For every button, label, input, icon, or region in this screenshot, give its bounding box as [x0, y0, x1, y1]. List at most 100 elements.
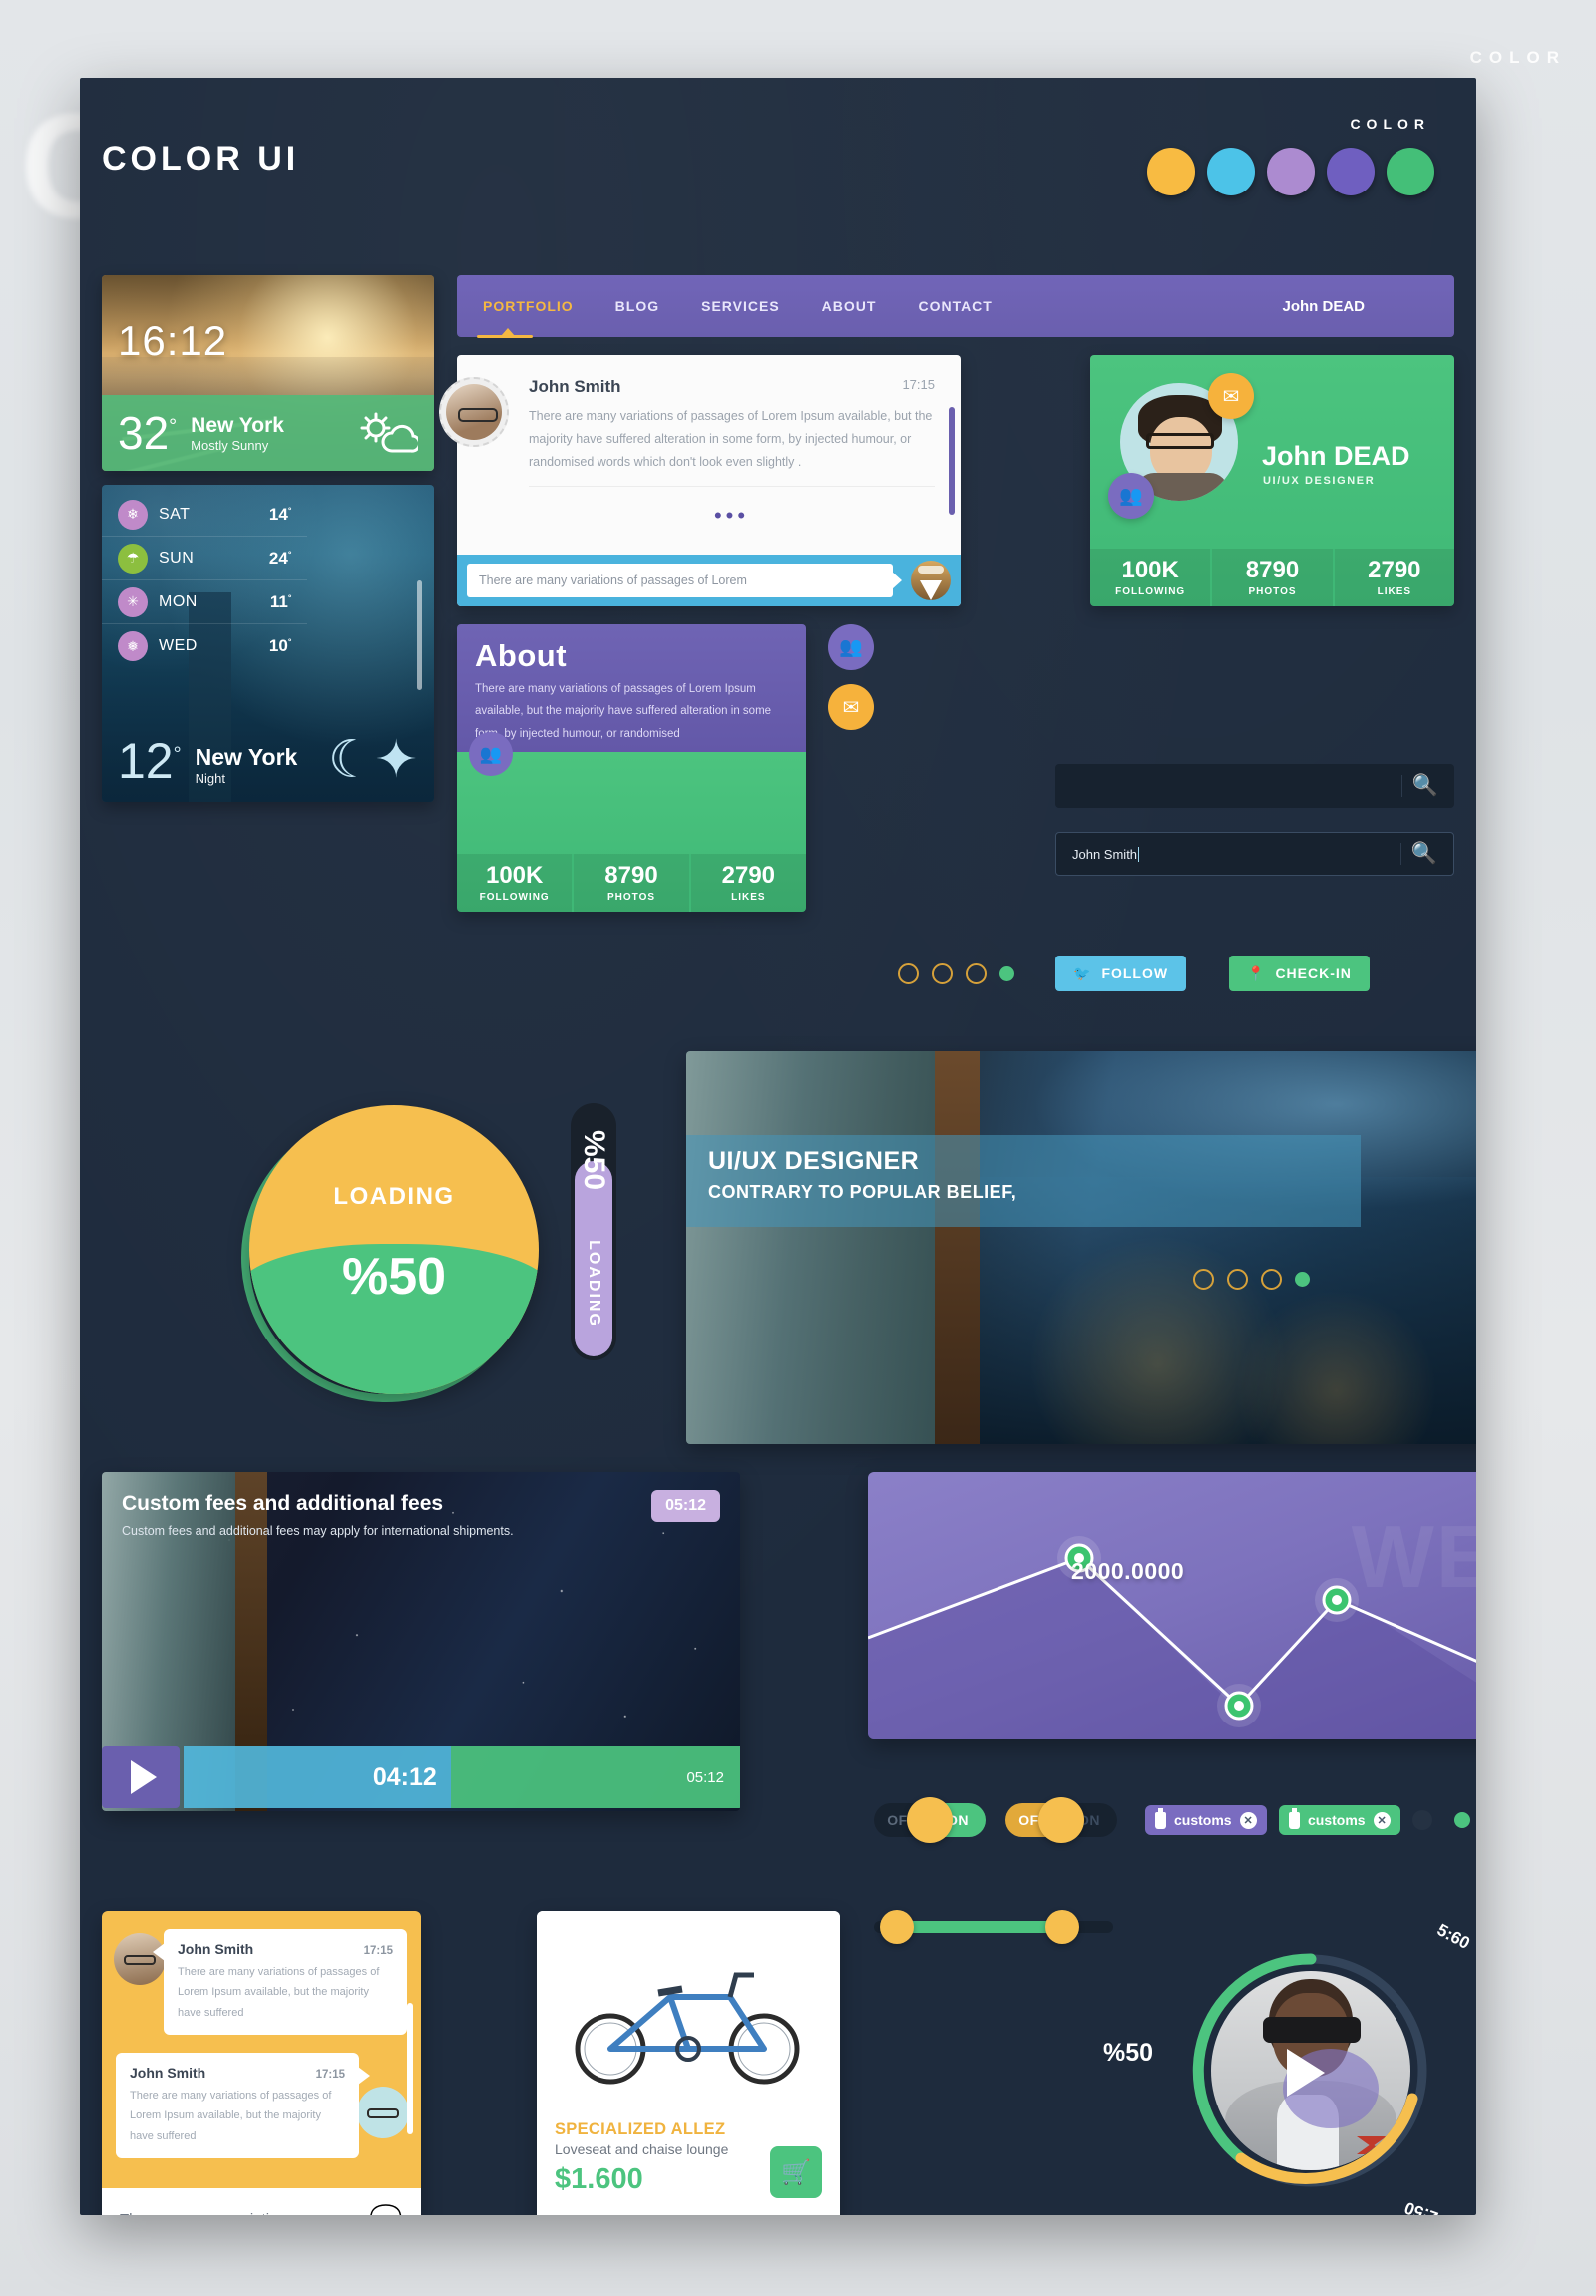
stat-photos: 8790 PHOTOS — [1212, 549, 1335, 606]
swatch-amber[interactable] — [1147, 148, 1195, 195]
loading-label: LOADING — [333, 1183, 455, 1210]
video-card: Custom fees and additional fees Custom f… — [102, 1472, 740, 1811]
range-handle-left[interactable] — [880, 1910, 914, 1944]
bubble-header: John Smith 17:15 — [178, 1941, 393, 1957]
chart-value-label: 2000.0000 — [1071, 1558, 1185, 1584]
product-card: SPECIALIZED ALLEZ Loveseat and chaise lo… — [537, 1911, 840, 2215]
checkin-button-label: CHECK-IN — [1275, 965, 1352, 981]
follow-button-label: FOLLOW — [1101, 965, 1169, 981]
search-input-filled[interactable]: John Smith — [1072, 846, 1400, 862]
weather-scrollbar[interactable] — [417, 580, 422, 690]
users-icon[interactable]: 👥 — [1108, 473, 1154, 519]
forecast-row[interactable]: ❄ SAT 14° — [102, 493, 308, 537]
top-navigation: PORTFOLIO BLOG SERVICES ABOUT CONTACT Jo… — [457, 275, 1454, 338]
pagination-dot-active[interactable] — [999, 966, 1014, 981]
pagination-dot[interactable] — [1193, 1269, 1214, 1290]
search-icon[interactable]: 🔍 — [1401, 842, 1447, 866]
mail-icon[interactable]: ✉ — [1208, 373, 1254, 419]
weather-day-bar: 32° New York Mostly Sunny — [102, 395, 434, 471]
mail-icon-floating[interactable]: ✉ — [828, 684, 874, 730]
weather-night-temp: 12° — [118, 736, 182, 786]
video-duration-chip: 05:12 — [651, 1490, 720, 1522]
chat-body: John Smith 17:15 There are many variatio… — [457, 355, 961, 529]
search-icon[interactable]: 🔍 — [1402, 774, 1448, 798]
vertical-progress-percent: %50 — [578, 1129, 610, 1191]
forecast-row[interactable]: ❅ WED 10° — [102, 624, 307, 668]
chat-input-yellow[interactable]: There are many variations — [120, 2211, 293, 2216]
forecast-row[interactable]: ✳ MON 11° — [102, 580, 308, 624]
range-slider[interactable] — [874, 1910, 1113, 1944]
swatch-lilac[interactable] — [1267, 148, 1315, 195]
swatch-violet[interactable] — [1327, 148, 1375, 195]
pagination-dot[interactable] — [932, 963, 953, 984]
video-progress-bar[interactable]: 04:12 05:12 — [184, 1746, 740, 1808]
stat-label: LIKES — [731, 891, 766, 903]
stat-label: PHOTOS — [1248, 585, 1297, 597]
close-icon[interactable]: ✕ — [1373, 1811, 1391, 1829]
checkin-button[interactable]: 📍 CHECK-IN — [1229, 956, 1370, 991]
weather-day-place: New York Mostly Sunny — [191, 414, 284, 453]
users-icon[interactable]: 👥 — [469, 732, 513, 776]
stat-label: PHOTOS — [606, 891, 656, 903]
close-icon[interactable]: ✕ — [1239, 1811, 1257, 1829]
pagination-dot[interactable] — [898, 963, 919, 984]
follow-button[interactable]: 🐦 FOLLOW — [1055, 956, 1187, 991]
tag-customs-green[interactable]: customs ✕ — [1279, 1805, 1400, 1835]
tag-customs-purple[interactable]: customs ✕ — [1145, 1805, 1267, 1835]
play-button[interactable] — [102, 1746, 180, 1808]
nav-item-services[interactable]: SERVICES — [699, 292, 782, 320]
chat-scrollbar[interactable] — [949, 407, 955, 515]
chat-bubbles-icon[interactable]: 💬 — [369, 2203, 403, 2215]
nav-item-about[interactable]: ABOUT — [820, 292, 879, 320]
chat-scrollbar[interactable] — [407, 2003, 413, 2134]
search-bar-empty[interactable]: 🔍 — [1055, 764, 1454, 808]
pagination-dot[interactable] — [1261, 1269, 1282, 1290]
weather-night-widget[interactable]: ❄ SAT 14° ☂ SUN 24° ✳ MON 11° ❅ WED 10° — [102, 485, 434, 802]
weather-night-city: New York — [195, 744, 298, 770]
stat-value: 100K — [1121, 556, 1179, 583]
forecast-row[interactable]: ☂ SUN 24° — [102, 537, 308, 580]
backdrop-color-label: COLOR — [1469, 48, 1566, 67]
video-controls: 04:12 05:12 — [102, 1743, 740, 1811]
nav-user-name[interactable]: John DEAD — [1283, 298, 1366, 315]
stat-label: LIKES — [1377, 585, 1412, 597]
toggle-on[interactable]: OFF ON — [874, 1797, 986, 1843]
toggle-knob[interactable] — [907, 1797, 953, 1843]
pagination-dot[interactable] — [966, 963, 987, 984]
chat-input[interactable]: There are many variations of passages of… — [467, 564, 902, 597]
chat-composer-yellow: There are many variations 💬 — [102, 2188, 421, 2215]
profile-role: UI/UX DESIGNER — [1263, 475, 1376, 487]
chat-bubble-incoming: John Smith 17:15 There are many variatio… — [153, 1929, 407, 2036]
play-icon[interactable] — [1287, 2049, 1325, 2097]
moon-stars-icon: ☾✦ — [327, 731, 418, 789]
radio-unselected[interactable] — [1412, 1810, 1432, 1830]
player-total-time: 5:60 — [1433, 1920, 1473, 1953]
nav-item-contact[interactable]: CONTACT — [916, 292, 994, 320]
stat-likes: 2790 LIKES — [690, 854, 806, 912]
tag-label: customs — [1174, 1812, 1232, 1828]
swatch-green[interactable] — [1387, 148, 1434, 195]
color-swatch-group — [1147, 148, 1434, 195]
range-handle-right[interactable] — [1045, 1910, 1079, 1944]
radio-selected[interactable] — [1454, 1812, 1470, 1828]
nav-item-portfolio[interactable]: PORTFOLIO — [477, 292, 576, 338]
vertical-progress-bar[interactable]: %50 LOADING — [571, 1103, 616, 1360]
product-brand: SPECIALIZED ALLEZ — [555, 2120, 726, 2138]
weather-day-widget[interactable]: 16:12 32° New York Mostly Sunny — [102, 275, 434, 471]
toggle-off[interactable]: OFF ON — [1005, 1797, 1117, 1843]
hero-subtitle: CONTRARY TO POPULAR BELIEF, — [708, 1182, 1017, 1202]
users-icon-floating[interactable]: 👥 — [828, 624, 874, 670]
nav-item-blog[interactable]: BLOG — [613, 292, 661, 320]
search-bar-filled[interactable]: John Smith 🔍 — [1055, 832, 1454, 876]
swatch-sky[interactable] — [1207, 148, 1255, 195]
stat-value: 8790 — [604, 861, 658, 889]
forecast-temp: 11° — [269, 591, 292, 611]
stat-following: 100K FOLLOWING — [457, 854, 575, 912]
pagination-dot-active[interactable] — [1295, 1272, 1310, 1287]
pagination-dot[interactable] — [1227, 1269, 1248, 1290]
toggle-knob[interactable] — [1038, 1797, 1084, 1843]
about-header: About There are many variations of passa… — [457, 624, 806, 752]
cart-icon[interactable]: 🛒 — [770, 2146, 822, 2198]
stat-following: 100K FOLLOWING — [1090, 549, 1213, 606]
typing-indicator: ••• — [713, 503, 750, 529]
